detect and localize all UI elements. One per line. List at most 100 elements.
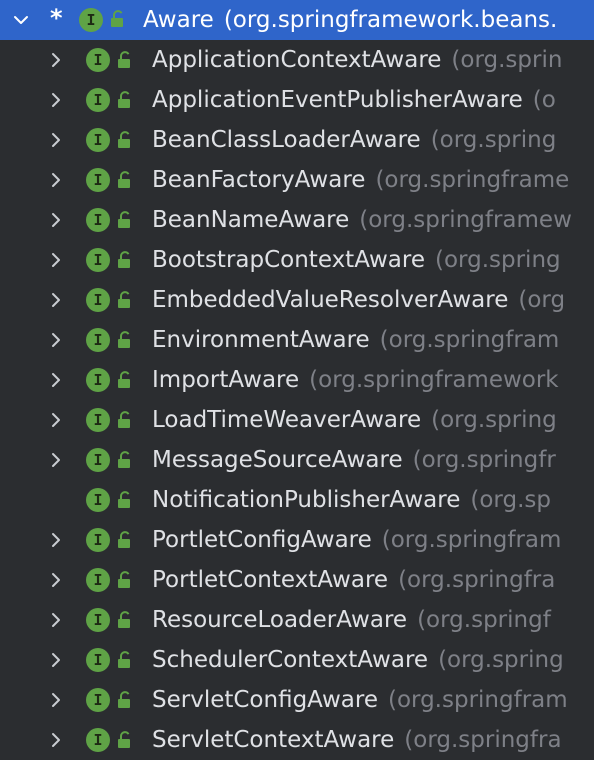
interface-name: ServletConfigAware [152, 687, 378, 713]
tree-row[interactable]: I SchedulerContextAware (org.spring [0, 640, 594, 680]
interface-icon: I [86, 488, 110, 512]
interface-icon: I [86, 648, 110, 672]
interface-name: ImportAware [152, 367, 300, 393]
tree-row[interactable]: I LoadTimeWeaverAware (org.spring [0, 400, 594, 440]
tree-node-label: BeanNameAware (org.springframew [152, 200, 572, 240]
tree-node-label: PortletContextAware (org.springfra [152, 560, 555, 600]
interface-name: LoadTimeWeaverAware [152, 407, 422, 433]
tree-node-label: ApplicationEventPublisherAware (o [152, 80, 556, 120]
tree-row[interactable]: I PortletContextAware (org.springfra [0, 560, 594, 600]
public-lock-icon [117, 731, 133, 749]
interface-name: BeanNameAware [152, 207, 350, 233]
tree-node-label: BeanFactoryAware (org.springframe [152, 160, 569, 200]
interface-icon: I [86, 448, 110, 472]
package-name: (org.spring [431, 407, 557, 433]
tree-row[interactable]: I BootstrapContextAware (org.spring [0, 240, 594, 280]
chevron-right-icon[interactable] [45, 449, 67, 471]
tree-node-label: SchedulerContextAware (org.spring [152, 640, 564, 680]
public-lock-icon [117, 371, 133, 389]
public-lock-icon [117, 451, 133, 469]
package-name: (org.springfram [387, 687, 568, 713]
chevron-right-icon[interactable] [45, 129, 67, 151]
tree-row[interactable]: I BeanFactoryAware (org.springframe [0, 160, 594, 200]
package-name: (org.springfram [381, 527, 562, 553]
tree-row[interactable]: I BeanNameAware (org.springframew [0, 200, 594, 240]
tree-node-label: ServletContextAware (org.springfra [152, 720, 562, 760]
interface-icon: I [86, 368, 110, 392]
interface-icon: I [86, 48, 110, 72]
tree-row[interactable]: I MessageSourceAware (org.springfr [0, 440, 594, 480]
interface-name: ResourceLoaderAware [152, 607, 408, 633]
public-lock-icon [117, 331, 133, 349]
chevron-right-icon[interactable] [45, 689, 67, 711]
tree-row[interactable]: I ResourceLoaderAware (org.springf [0, 600, 594, 640]
tree-node-label: ImportAware (org.springframework [152, 360, 559, 400]
package-name: (org.springframew [359, 207, 572, 233]
type-hierarchy-tree: * I Aware (org.springframework.beans. I Ap… [0, 0, 594, 760]
tree-row[interactable]: I NotificationPublisherAware (org.sp [0, 480, 594, 520]
tree-row[interactable]: I ApplicationEventPublisherAware (o [0, 80, 594, 120]
interface-icon: I [86, 568, 110, 592]
chevron-right-icon[interactable] [45, 169, 67, 191]
package-name: (org.springframework [309, 367, 559, 393]
interface-name: BeanClassLoaderAware [152, 127, 421, 153]
chevron-right-icon[interactable] [45, 529, 67, 551]
interface-name: PortletContextAware [152, 567, 389, 593]
tree-node-label: BootstrapContextAware (org.spring [152, 240, 561, 280]
chevron-right-icon[interactable] [45, 409, 67, 431]
tree-node-label: ResourceLoaderAware (org.springf [152, 600, 551, 640]
public-lock-icon [117, 491, 133, 509]
chevron-right-icon[interactable] [45, 729, 67, 751]
interface-name: EnvironmentAware [152, 327, 370, 353]
interface-name: SchedulerContextAware [152, 647, 429, 673]
tree-row[interactable]: I ServletConfigAware (org.springfram [0, 680, 594, 720]
public-lock-icon [117, 251, 133, 269]
chevron-right-icon[interactable] [45, 49, 67, 71]
chevron-right-icon[interactable] [45, 329, 67, 351]
interface-name: ApplicationContextAware [152, 47, 442, 73]
tree-row[interactable]: I ServletContextAware (org.springfra [0, 720, 594, 760]
package-name: (org.springfra [398, 567, 556, 593]
tree-row[interactable]: I EnvironmentAware (org.springfram [0, 320, 594, 360]
package-name: (org.springframe [375, 167, 570, 193]
chevron-right-icon[interactable] [45, 209, 67, 231]
interface-icon: I [86, 208, 110, 232]
tree-node-label: MessageSourceAware (org.springfr [152, 440, 556, 480]
interface-name: MessageSourceAware [152, 447, 403, 473]
interface-icon: I [86, 88, 110, 112]
public-lock-icon [117, 171, 133, 189]
interface-name: PortletConfigAware [152, 527, 372, 553]
interface-name: ApplicationEventPublisherAware [152, 87, 523, 113]
tree-row[interactable]: I ApplicationContextAware (org.sprin [0, 40, 594, 80]
interface-name: ServletContextAware [152, 727, 395, 753]
public-lock-icon [117, 411, 133, 429]
public-lock-icon [117, 531, 133, 549]
tree-node-label: NotificationPublisherAware (org.sp [152, 480, 551, 520]
chevron-right-icon[interactable] [45, 569, 67, 591]
package-name: (org [518, 287, 566, 313]
public-lock-icon [117, 611, 133, 629]
chevron-right-icon[interactable] [45, 289, 67, 311]
tree-row[interactable]: I ImportAware (org.springframework [0, 360, 594, 400]
chevron-right-icon[interactable] [45, 249, 67, 271]
tree-row[interactable]: I PortletConfigAware (org.springfram [0, 520, 594, 560]
package-name: (org.springframework.beans. [223, 7, 558, 33]
tree-root-row[interactable]: * I Aware (org.springframework.beans. [0, 0, 594, 40]
chevron-right-icon[interactable] [45, 89, 67, 111]
public-lock-icon [110, 10, 126, 28]
chevron-right-icon[interactable] [45, 609, 67, 631]
interface-icon: I [86, 608, 110, 632]
public-lock-icon [117, 691, 133, 709]
tree-row[interactable]: I BeanClassLoaderAware (org.spring [0, 120, 594, 160]
interface-name: Aware [143, 7, 214, 33]
interface-icon: I [86, 528, 110, 552]
tree-node-label: ServletConfigAware (org.springfram [152, 680, 568, 720]
public-lock-icon [117, 291, 133, 309]
chevron-right-icon[interactable] [45, 649, 67, 671]
chevron-right-icon[interactable] [45, 369, 67, 391]
chevron-down-icon[interactable] [10, 9, 32, 31]
tree-row[interactable]: I EmbeddedValueResolverAware (org [0, 280, 594, 320]
public-lock-icon [117, 651, 133, 669]
interface-icon: I [86, 248, 110, 272]
interface-name: BeanFactoryAware [152, 167, 366, 193]
